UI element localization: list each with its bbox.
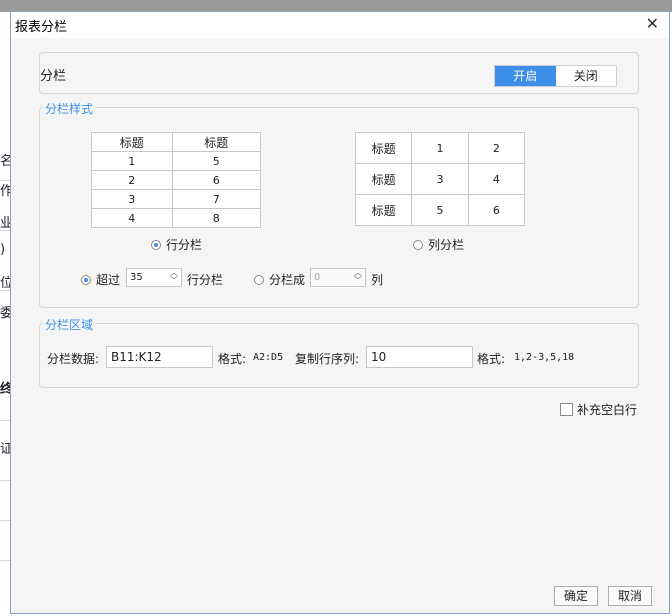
preview-cell: 8 — [171, 208, 262, 228]
preview-cell: 1 — [91, 151, 173, 171]
ok-button[interactable]: 确定 — [554, 586, 598, 606]
row-column-preview-table: 标题 标题 15 26 37 48 — [91, 132, 262, 228]
split-columns-suffix: 列 — [371, 273, 384, 287]
exceed-rows-value: 35 — [130, 272, 143, 283]
radio-unchecked-icon[interactable] — [254, 274, 264, 285]
preview-header-cell: 标题 — [354, 132, 413, 164]
switch-off-option[interactable]: 关闭 — [555, 66, 616, 86]
exceed-rows-label: 超过 — [96, 273, 121, 287]
radio-unchecked-icon[interactable] — [413, 239, 423, 250]
column-toggle-label: 分栏 — [40, 69, 67, 84]
dialog-titlebar: 报表分栏 ✕ — [11, 12, 669, 38]
col-column-radio[interactable]: 列分栏 — [413, 236, 464, 253]
exceed-rows-suffix: 行分栏 — [187, 273, 224, 287]
split-columns-radio[interactable]: 分栏成 — [254, 271, 305, 288]
column-style-legend: 分栏样式 — [42, 100, 97, 117]
preview-header-cell: 标题 — [354, 163, 413, 195]
radio-checked-icon[interactable] — [81, 274, 91, 285]
row-column-radio-label: 行分栏 — [166, 238, 203, 252]
split-columns-label: 分栏成 — [269, 273, 306, 287]
close-icon[interactable]: ✕ — [646, 15, 659, 33]
format-example: A2:D5 — [253, 352, 284, 363]
column-data-label: 分栏数据: — [47, 352, 100, 366]
column-data-input[interactable]: B11:K12 — [106, 346, 213, 368]
row-column-radio[interactable]: 行分栏 — [151, 236, 202, 253]
copy-rows-input[interactable]: 10 — [366, 346, 473, 368]
exceed-rows-stepper[interactable]: 35 ︿ ﹀ — [126, 268, 182, 287]
report-column-dialog: 报表分栏 ✕ 分栏 开启 关闭 分栏样式 标题 标题 15 26 37 48 标… — [10, 11, 670, 614]
split-columns-value: 0 — [314, 272, 321, 283]
preview-header-cell: 标题 — [171, 132, 262, 152]
format-example: 1,2-3,5,18 — [514, 352, 575, 363]
stepper-arrows-icon[interactable]: ︿ ﹀ — [169, 269, 179, 286]
split-columns-stepper[interactable]: 0 ︿ ﹀ — [310, 268, 366, 287]
col-column-preview-table: 标题 1 2 标题 3 4 标题 5 6 — [354, 132, 526, 226]
cancel-button[interactable]: 取消 — [608, 586, 652, 606]
preview-cell: 3 — [91, 189, 173, 209]
preview-cell: 2 — [467, 132, 526, 164]
exceed-rows-radio[interactable]: 超过 — [81, 271, 120, 288]
preview-cell: 2 — [91, 170, 173, 190]
checkbox-unchecked-icon[interactable] — [560, 403, 573, 416]
preview-header-cell: 标题 — [91, 132, 173, 152]
switch-on-option[interactable]: 开启 — [495, 66, 556, 86]
column-switch[interactable]: 开启 关闭 — [494, 65, 617, 87]
fill-blank-rows-checkbox[interactable]: 补充空白行 — [560, 401, 637, 418]
copy-rows-label: 复制行序列: — [295, 352, 360, 366]
preview-cell: 1 — [411, 132, 469, 164]
radio-checked-icon[interactable] — [151, 239, 161, 250]
format-label: 格式: — [477, 352, 506, 366]
preview-header-cell: 标题 — [354, 194, 413, 226]
format-label: 格式: — [218, 352, 247, 366]
preview-cell: 4 — [467, 163, 526, 195]
col-column-radio-label: 列分栏 — [428, 238, 465, 252]
preview-cell: 5 — [411, 194, 469, 226]
stepper-arrows-icon[interactable]: ︿ ﹀ — [353, 269, 363, 286]
fill-blank-rows-label: 补充空白行 — [577, 403, 638, 417]
preview-cell: 6 — [171, 170, 262, 190]
preview-cell: 3 — [411, 163, 469, 195]
preview-cell: 6 — [467, 194, 526, 226]
column-area-legend: 分栏区域 — [42, 316, 97, 333]
preview-cell: 7 — [171, 189, 262, 209]
preview-cell: 5 — [171, 151, 262, 171]
dialog-title: 报表分栏 — [15, 20, 68, 35]
preview-cell: 4 — [91, 208, 173, 228]
